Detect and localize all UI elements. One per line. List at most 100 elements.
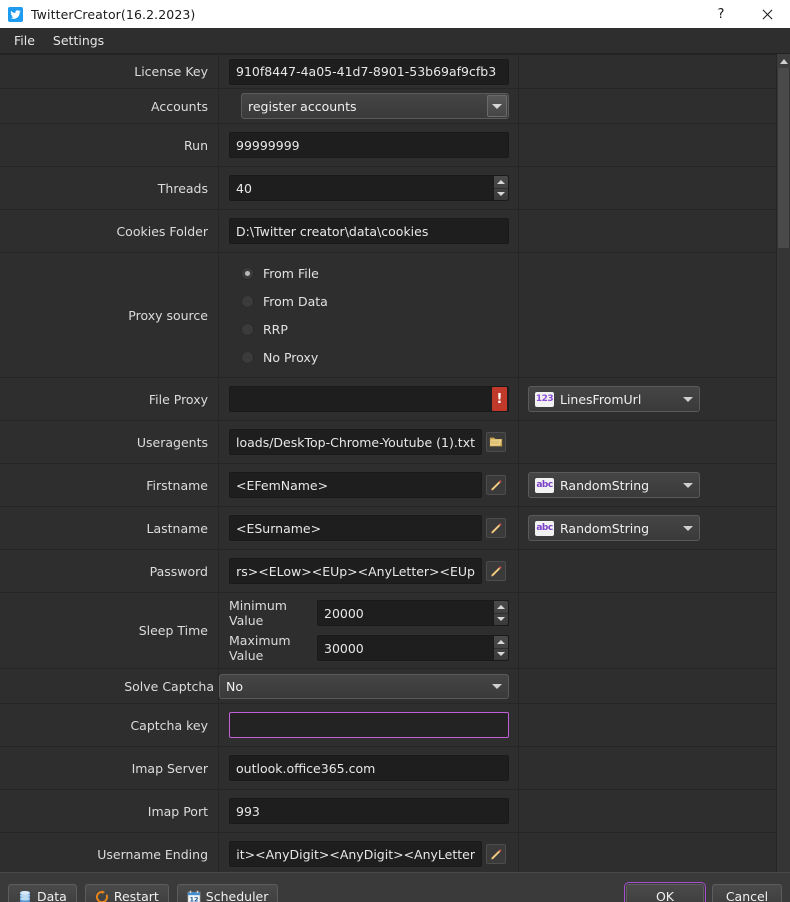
label-license-key: License Key — [134, 64, 208, 79]
radio-from-file[interactable]: From File — [241, 259, 328, 287]
label-cell-threads: Threads — [0, 167, 219, 209]
label-cell-solve-captcha: Solve Captcha — [0, 669, 219, 703]
cancel-button[interactable]: Cancel — [712, 883, 782, 902]
aux-cell-proxy-source — [519, 253, 776, 377]
aux-cell-firstname: abc RandomString — [519, 464, 776, 506]
sleep-min-stepper[interactable] — [493, 601, 508, 625]
radio-no-proxy-indicator[interactable] — [241, 350, 254, 364]
firstname-generator-dropdown[interactable]: abc RandomString — [528, 472, 700, 498]
radio-rrp[interactable]: RRP — [241, 315, 328, 343]
scroll-up-button[interactable] — [777, 54, 790, 68]
radio-from-data-label: From Data — [263, 293, 328, 309]
sleep-max-stepper[interactable] — [493, 636, 508, 660]
lastname-generator-dropdown[interactable]: abc RandomString — [528, 515, 700, 541]
field-cell-firstname — [219, 464, 519, 506]
vertical-scrollbar[interactable] — [776, 54, 790, 872]
threads-input[interactable] — [229, 175, 509, 201]
lastname-input[interactable] — [229, 515, 482, 541]
menu-settings[interactable]: Settings — [44, 30, 113, 51]
stepper-down-button[interactable] — [494, 614, 508, 626]
abc-badge-icon: abc — [535, 520, 554, 536]
radio-rrp-indicator[interactable] — [241, 322, 254, 336]
ok-button[interactable]: OK — [624, 881, 706, 902]
stepper-up-button[interactable] — [494, 601, 508, 614]
ok-button-label: OK — [655, 889, 675, 902]
stepper-down-button[interactable] — [494, 189, 508, 201]
captcha-key-input[interactable] — [229, 712, 509, 738]
imap-port-input[interactable] — [229, 798, 509, 824]
number-badge-icon: 123 — [535, 391, 554, 407]
run-input[interactable] — [229, 132, 509, 158]
chevron-down-icon[interactable] — [492, 684, 502, 689]
database-icon — [20, 890, 30, 902]
aux-cell-imap-port — [519, 790, 776, 832]
sleep-max-input[interactable] — [317, 635, 509, 661]
label-cell-sleep-time: Sleep Time — [0, 593, 219, 668]
label-username-ending: Username Ending — [97, 846, 208, 862]
chevron-down-icon[interactable] — [683, 483, 693, 488]
chevron-down-icon[interactable] — [683, 526, 693, 531]
folder-open-icon[interactable] — [486, 432, 506, 452]
close-button[interactable] — [744, 0, 790, 28]
row-sleep-time: Sleep Time Minimum Value Maximum Value — [0, 593, 776, 669]
label-file-proxy: File Proxy — [148, 391, 208, 407]
file-proxy-input[interactable] — [229, 386, 509, 412]
firstname-input[interactable] — [229, 472, 482, 498]
password-input[interactable] — [229, 558, 482, 584]
radio-from-data-indicator[interactable] — [241, 294, 254, 308]
chevron-down-icon[interactable] — [683, 397, 693, 402]
license-key-input[interactable] — [229, 58, 509, 85]
imap-server-input[interactable] — [229, 755, 509, 781]
row-useragents: Useragents — [0, 421, 776, 464]
accounts-dropdown[interactable]: register accounts — [241, 93, 509, 119]
quantity-stepper[interactable] — [493, 176, 508, 200]
username-ending-input[interactable] — [229, 841, 482, 867]
label-cell-useragents: Useragents — [0, 421, 219, 463]
restart-button[interactable]: Restart — [84, 883, 169, 902]
scrollbar-thumb[interactable] — [778, 68, 789, 248]
cancel-button-label: Cancel — [725, 889, 769, 902]
chevron-down-icon[interactable] — [487, 95, 507, 117]
solve-captcha-dropdown[interactable]: No — [219, 673, 509, 699]
help-button[interactable]: ? — [698, 0, 744, 28]
sleep-min-input[interactable] — [317, 600, 509, 626]
window-controls: ? — [698, 0, 790, 28]
label-captcha-key: Captcha key — [130, 717, 208, 733]
label-lastname: Lastname — [146, 520, 209, 536]
useragents-input[interactable] — [229, 429, 482, 455]
pencil-icon[interactable] — [486, 518, 506, 538]
restart-button-label: Restart — [113, 889, 159, 902]
svg-text:12: 12 — [189, 895, 198, 902]
label-solve-captcha: Solve Captcha — [124, 678, 214, 694]
aux-cell-run — [519, 124, 776, 166]
data-button-label: Data — [37, 889, 67, 902]
menu-file[interactable]: File — [5, 30, 44, 51]
label-minimum-value: Minimum Value — [229, 598, 287, 628]
aux-cell-file-proxy: 123 LinesFromUrl — [519, 378, 776, 420]
form-scroll-content: License Key Accounts register accounts R… — [0, 54, 776, 872]
label-cell-username-ending: Username Ending — [0, 833, 219, 872]
radio-from-file-indicator[interactable] — [241, 266, 254, 280]
label-threads: Threads — [157, 180, 208, 196]
label-imap-server: Imap Server — [131, 760, 208, 776]
label-firstname: Firstname — [146, 477, 208, 493]
cookies-folder-input[interactable] — [229, 218, 509, 244]
label-cell-firstname: Firstname — [0, 464, 219, 506]
label-accounts: Accounts — [151, 98, 208, 114]
aux-cell-license-key — [519, 55, 776, 88]
pencil-icon[interactable] — [486, 561, 506, 581]
pencil-icon[interactable] — [486, 475, 506, 495]
stepper-down-button[interactable] — [494, 649, 508, 661]
pencil-icon[interactable] — [486, 844, 506, 864]
menu-bar: File Settings — [0, 28, 790, 54]
label-cell-run: Run — [0, 124, 219, 166]
label-cell-lastname: Lastname — [0, 507, 219, 549]
radio-from-data[interactable]: From Data — [241, 287, 328, 315]
file-proxy-type-dropdown[interactable]: 123 LinesFromUrl — [528, 386, 700, 412]
stepper-up-button[interactable] — [494, 176, 508, 189]
radio-no-proxy[interactable]: No Proxy — [241, 343, 328, 371]
aux-cell-captcha-key — [519, 704, 776, 746]
stepper-up-button[interactable] — [494, 636, 508, 649]
data-button[interactable]: Data — [8, 883, 77, 902]
scheduler-button[interactable]: 12 Scheduler — [176, 883, 279, 902]
